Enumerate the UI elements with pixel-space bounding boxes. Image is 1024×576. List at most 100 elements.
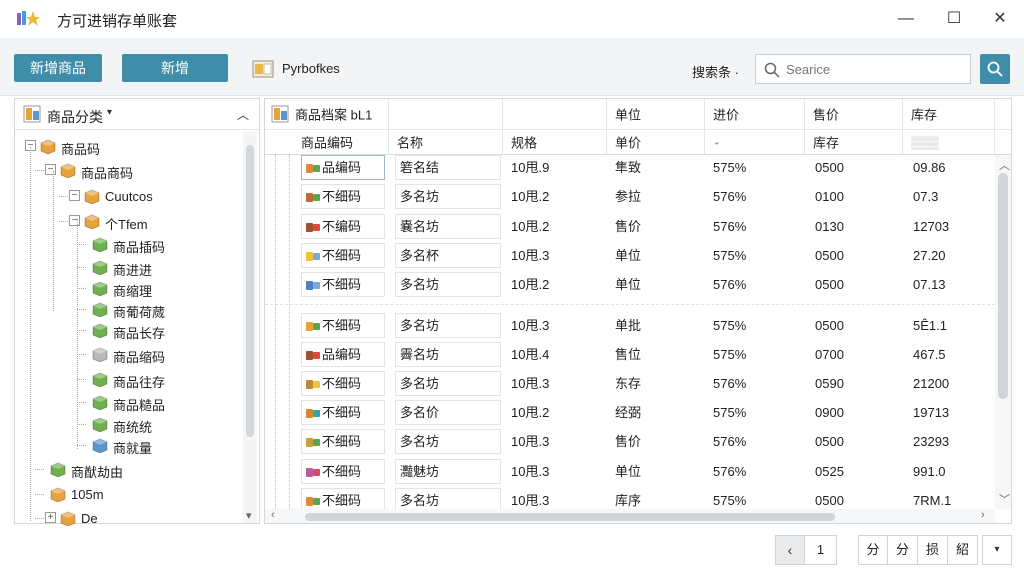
table-row[interactable]: 不编码 嚢名坊 10甩.2 售价 576% 0130 12703 [265,212,995,241]
grid-top-header-cell[interactable]: 售价 [805,99,903,129]
product-name-field[interactable]: 多名坊 [395,429,501,454]
product-code-field[interactable]: 不细码 [301,243,385,268]
column-filter-chevron-icon[interactable]: ⌄ [397,137,494,148]
grid-column-header[interactable]: 名称 ⌄ [389,130,503,154]
category-cube-icon [92,417,108,432]
product-code-field[interactable]: 不细码 [301,313,385,338]
grid-column-header[interactable]: 单价 ⌄ [607,130,705,154]
inventory-cell: 19713 [913,405,950,420]
grid-horizontal-scrollbar-thumb[interactable] [305,513,835,521]
table-row[interactable]: 不细码 多名杯 10甩.3 单位 575% 0500 27.20 [265,241,995,270]
minimize-button[interactable]: — [893,6,919,32]
grid-top-header-cell[interactable] [503,99,607,129]
product-code-field[interactable]: 不细码 [301,371,385,396]
search-filter-dropdown[interactable]: 搜索条 · [692,62,739,81]
collapse-toggle-icon[interactable]: − [69,190,80,201]
grid-top-header-cell[interactable] [389,99,503,129]
product-name-field[interactable]: 多名杯 [395,243,501,268]
tree-scrollbar-thumb[interactable] [246,145,254,437]
close-button[interactable]: ✕ [987,6,1013,32]
search-input[interactable] [786,59,964,79]
product-name-field[interactable]: 多名坊 [395,184,501,209]
pager-option-2[interactable]: 分 [888,535,918,565]
tree-guide-line [77,267,86,268]
search-button[interactable] [980,54,1010,84]
table-row[interactable]: 品编码 霽名坊 10甩.4 售位 575% 0700 467.5 [265,340,995,369]
product-code-field[interactable]: 不细码 [301,459,385,484]
product-name-field[interactable]: 嚢名坊 [395,214,501,239]
new-button[interactable]: 新增 [122,54,228,82]
product-name-field[interactable]: 多名坊 [395,371,501,396]
grid-column-header[interactable]: 规格 ⌄ [503,130,607,154]
product-tag-icon [313,352,320,359]
table-row[interactable]: 不细码 灩魅坊 10甩.3 单位 576% 0525 991.0 [265,457,995,486]
collapse-toggle-icon[interactable]: − [69,215,80,226]
product-code-text: 不细码 [322,405,362,420]
price-cell: 575% [713,248,747,263]
product-code-field[interactable]: 不细码 [301,272,385,297]
column-filter-chevron-icon[interactable]: ⌄ [813,137,894,148]
product-name-field[interactable]: 多名价 [395,400,501,425]
table-row[interactable]: 不细码 多名坊 10甩.2 参拉 576% 0100 07.3 [265,182,995,211]
maximize-button[interactable]: ☐ [941,6,967,32]
grid-header-top: 商品档案 bL1 单位 进价 售价 库存 [265,99,1011,130]
grid-top-header-cell[interactable]: 商品档案 bL1 [265,99,389,129]
grid-column-header[interactable]: 商品编码 [265,130,389,154]
pager-option-3[interactable]: 损 [918,535,948,565]
product-code-field[interactable]: 不细码 [301,184,385,209]
product-name-field[interactable]: 霽名坊 [395,342,501,367]
table-row[interactable]: 不细码 多名坊 10甩.3 单批 575% 0500 5Ê1.1 [265,311,995,340]
table-row[interactable]: 不细码 多名坊 10甩.2 单位 576% 0500 07.13 [265,270,995,299]
table-row[interactable]: 不细码 多名坊 10甩.3 东存 576% 0590 21200 [265,369,995,398]
table-row[interactable]: 不细码 多名坊 10甩.3 售价 576% 0500 23293 [265,427,995,456]
product-code-field[interactable]: 不编码 [301,214,385,239]
product-name-field[interactable]: 灩魅坊 [395,459,501,484]
group-separator [265,304,995,305]
new-product-button[interactable]: 新增商品 [14,54,102,82]
column-filter-chevron-icon[interactable]: ⌄ [511,137,598,148]
scroll-down-icon[interactable]: ▾ [246,509,252,522]
collapse-toggle-icon[interactable]: − [45,164,56,175]
collapse-icon[interactable]: ︿ [237,106,249,123]
product-code-field[interactable]: 不细码 [301,429,385,454]
tree-guide-line [53,171,54,311]
product-code-field[interactable]: 品编码 [301,342,385,367]
grid-column-header[interactable]: ⌄ [705,130,805,154]
table-row[interactable]: 品编码 箬名结 10甩.9 隼致 575% 0500 09.86 [265,153,995,182]
product-code-text: 不编码 [322,219,362,234]
grid-top-header-cell[interactable]: 单位 [607,99,705,129]
column-filter-chevron-icon[interactable]: ⌄ [713,137,796,148]
product-grid-panel: 商品档案 bL1 单位 进价 售价 库存 商品编码 名称 ⌄ 规格 ⌄ 单价 ⌄ ⌄ 库存 ⌄ ▒▒▒ 品编… [264,98,1012,524]
grid-top-header-cell[interactable]: 库存 [903,99,995,129]
scroll-right-icon[interactable]: › [981,509,985,521]
product-name-field[interactable]: 多名坊 [395,272,501,297]
tree-header[interactable]: 商品分类 ▾ ︿ [15,99,259,130]
search-box[interactable] [755,54,971,84]
grid-vertical-scrollbar-thumb[interactable] [998,173,1008,399]
table-row[interactable]: 不细码 多名价 10甩.2 经弼 575% 0900 19713 [265,398,995,427]
current-page-number[interactable]: 1 [805,535,837,565]
pager-more-dropdown[interactable]: ▾ [982,535,1012,565]
product-code-field[interactable]: 品编码 [301,155,385,180]
grid-column-header[interactable]: ▒▒▒ [903,130,995,154]
pager-option-4[interactable]: 紹 [948,535,978,565]
grid-column-header[interactable]: 库存 ⌄ [805,130,903,154]
scroll-up-icon[interactable]: ︿ [999,157,1010,173]
pager-option-1[interactable]: 分 [858,535,888,565]
expand-toggle-icon[interactable]: + [45,512,56,523]
scroll-left-icon[interactable]: ‹ [271,509,275,521]
product-name-field[interactable]: 多名坊 [395,313,501,338]
product-tag-icon [313,381,320,388]
grid-top-header-label: 库存 [911,107,938,123]
tree-node-label: 商统统 [113,420,153,435]
product-name-field[interactable]: 箬名结 [395,155,501,180]
column-filter-chevron-icon[interactable]: ⌄ [615,137,696,148]
grid-top-header-cell[interactable]: 进价 [705,99,805,129]
chevron-down-icon[interactable]: ▾ [107,107,112,118]
product-code-field[interactable]: 不细码 [301,400,385,425]
price-cell: 575% [713,347,747,362]
scroll-down-icon[interactable]: ﹀ [999,491,1010,507]
tree-node-label: 商葡荷蒇 [113,305,166,320]
stock-cell: 0900 [815,405,844,420]
previous-page-button[interactable]: ‹ [775,535,805,565]
